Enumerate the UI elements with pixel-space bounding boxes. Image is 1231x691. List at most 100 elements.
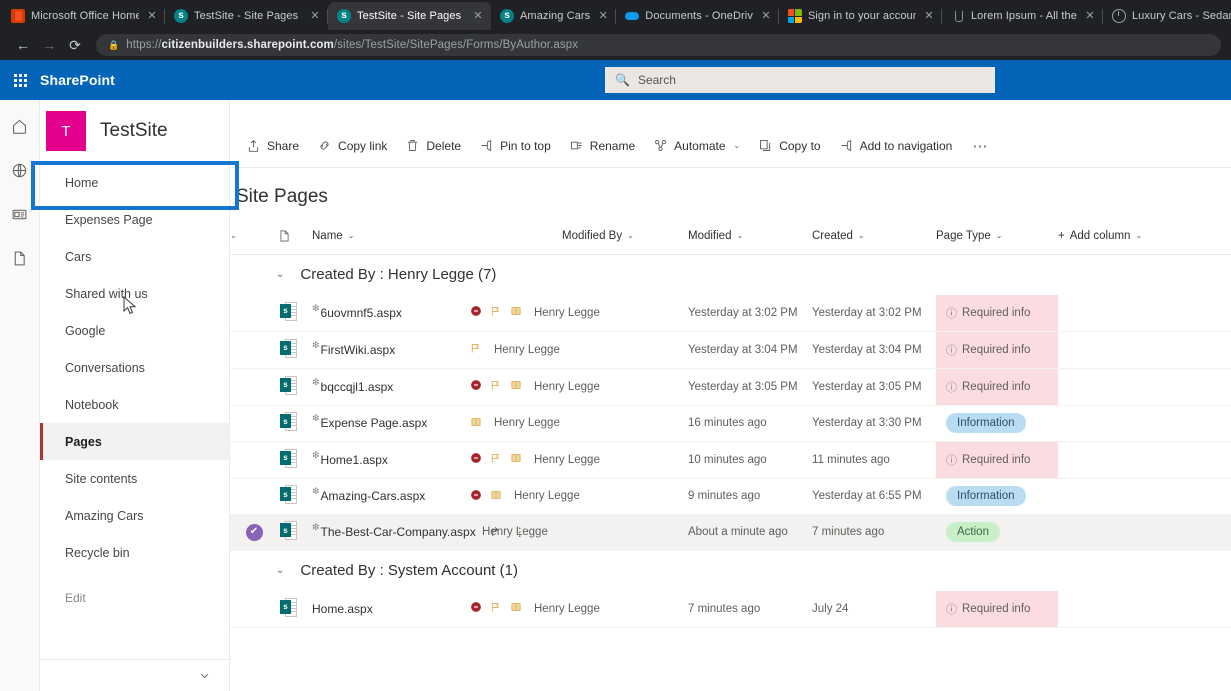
- list-scroll-region[interactable]: ⌄ Name ⌄ Modified By ⌄ Modified ⌄ Created ⌄ Page …: [230, 218, 1231, 691]
- browser-tab[interactable]: Sign in to your accoun ✕: [779, 2, 942, 30]
- sharepoint-brand[interactable]: SharePoint: [40, 72, 115, 88]
- globe-icon[interactable]: [6, 156, 34, 184]
- home-icon[interactable]: [6, 112, 34, 140]
- row-select-checkbox[interactable]: [230, 405, 278, 442]
- sidebar-item-cars[interactable]: Cars: [40, 238, 229, 275]
- row-select-checkbox[interactable]: ✔: [230, 514, 278, 551]
- more-commands-button[interactable]: ⋯: [962, 130, 998, 162]
- browser-tab[interactable]: Microsoft Office Home ✕: [2, 2, 165, 30]
- file-name-cell[interactable]: ❇ Expense Page.aspx: [312, 405, 562, 442]
- sidebar-item-notebook[interactable]: Notebook: [40, 386, 229, 423]
- chevron-down-icon[interactable]: ⌄: [1135, 231, 1142, 240]
- sidebar-item-expenses-page[interactable]: Expenses Page: [40, 201, 229, 238]
- rename-button[interactable]: Rename: [561, 130, 643, 162]
- chevron-down-icon[interactable]: ⌄: [230, 231, 237, 240]
- document-icon[interactable]: [6, 244, 34, 272]
- file-name-cell[interactable]: Home.aspx: [312, 590, 562, 628]
- site-header[interactable]: T TestSite: [40, 100, 229, 162]
- chevron-down-icon[interactable]: ⌄: [736, 231, 743, 240]
- app-launcher-icon[interactable]: [0, 60, 40, 100]
- close-icon[interactable]: ✕: [1083, 10, 1097, 22]
- file-name-cell[interactable]: ❇ Home1.aspx: [312, 441, 562, 479]
- table-row[interactable]: s ❇ Expense Page.aspx Henry Legge 16 minutes…: [230, 405, 1231, 442]
- chevron-down-icon[interactable]: ⌄: [276, 269, 284, 280]
- browser-tab[interactable]: TestSite - Site Pages - ✕: [165, 2, 328, 30]
- sidebar-item-site-contents[interactable]: Site contents: [40, 460, 229, 497]
- table-row[interactable]: s ❇ bqccqjl1.aspx Henry Legge Yesterday at 3…: [230, 368, 1231, 406]
- chevron-down-icon[interactable]: ⌄: [996, 231, 1003, 240]
- sidebar-item-pages[interactable]: Pages: [40, 423, 229, 460]
- close-icon[interactable]: ✕: [308, 10, 322, 22]
- sidebar-item-amazing-cars[interactable]: Amazing Cars: [40, 497, 229, 534]
- table-row[interactable]: s Home.aspx Henry Legge 7 minutes ago July 2…: [230, 590, 1231, 628]
- chevron-down-icon[interactable]: ⌄: [348, 231, 355, 240]
- close-icon[interactable]: ✕: [471, 10, 485, 22]
- group-header-row[interactable]: ⌄ Created By : Henry Legge (7): [230, 254, 1231, 295]
- column-header-modified_by[interactable]: Modified By ⌄: [562, 218, 688, 255]
- add-to-navigation-button[interactable]: Add to navigation: [831, 130, 961, 162]
- add-column-button[interactable]: + Add column ⌄: [1058, 218, 1231, 255]
- row-select-checkbox[interactable]: [230, 331, 278, 369]
- sidebar-item-home[interactable]: Home: [40, 164, 229, 201]
- share-icon[interactable]: ↱: [490, 525, 500, 539]
- sidebar-item-recycle-bin[interactable]: Recycle bin: [40, 534, 229, 571]
- file-name-cell[interactable]: ❇ FirstWiki.aspx: [312, 331, 562, 369]
- delete-button[interactable]: Delete: [397, 130, 469, 162]
- chevron-down-icon[interactable]: ⌄: [734, 141, 741, 150]
- file-name-cell[interactable]: ❇ Amazing-Cars.aspx: [312, 478, 562, 515]
- table-row[interactable]: ✔ s ❇ The-Best-Car-Company.aspx ↱ ⋮ Henry Legg…: [230, 514, 1231, 551]
- sidebar-item-edit[interactable]: Edit: [40, 579, 229, 616]
- forward-button[interactable]: →: [36, 33, 62, 57]
- row-select-checkbox[interactable]: [230, 478, 278, 515]
- file-name[interactable]: The-Best-Car-Company.aspx: [321, 525, 476, 539]
- table-row[interactable]: s ❇ Home1.aspx Henry Legge 10 minutes ago 11 …: [230, 441, 1231, 479]
- row-select-checkbox[interactable]: [230, 441, 278, 479]
- row-select-checkbox[interactable]: [230, 590, 278, 628]
- row-select-checkbox[interactable]: [230, 368, 278, 406]
- share-button[interactable]: Share: [238, 130, 307, 162]
- column-header-page_type[interactable]: Page Type ⌄: [936, 218, 1058, 255]
- chevron-down-icon[interactable]: ⌄: [627, 231, 634, 240]
- file-name-cell[interactable]: ❇ 6uovmnf5.aspx: [312, 294, 562, 332]
- close-icon[interactable]: ✕: [145, 10, 159, 22]
- copy-to-button[interactable]: Copy to: [750, 130, 828, 162]
- reload-button[interactable]: ⟳: [62, 33, 88, 57]
- news-icon[interactable]: [6, 200, 34, 228]
- browser-tab[interactable]: Luxury Cars - Sedans,✕: [1103, 2, 1231, 30]
- pin-to-top-button[interactable]: Pin to top: [471, 130, 559, 162]
- table-row[interactable]: s ❇ FirstWiki.aspx Henry Legge Yesterday at …: [230, 331, 1231, 369]
- group-header-row[interactable]: ⌄ Created By : System Account (1): [230, 550, 1231, 591]
- sidebar-item-conversations[interactable]: Conversations: [40, 349, 229, 386]
- browser-tab[interactable]: Lorem Ipsum - All the ✕: [942, 2, 1103, 30]
- search-input[interactable]: 🔍 Search: [605, 67, 995, 93]
- file-name-cell[interactable]: ❇ The-Best-Car-Company.aspx ↱ ⋮: [312, 514, 562, 551]
- automate-button[interactable]: Automate ⌄: [645, 130, 748, 162]
- column-header-name[interactable]: Name ⌄: [312, 218, 562, 255]
- browser-tab[interactable]: Documents - OneDriv ✕: [616, 2, 779, 30]
- file-name[interactable]: Home1.aspx: [321, 453, 388, 467]
- address-bar[interactable]: 🔒 https://citizenbuilders.sharepoint.com…: [96, 34, 1221, 56]
- back-button[interactable]: ←: [10, 33, 36, 57]
- file-name[interactable]: Expense Page.aspx: [321, 416, 428, 430]
- browser-tab[interactable]: TestSite - Site Pages - ✕: [328, 2, 491, 30]
- close-icon[interactable]: ✕: [596, 10, 610, 22]
- column-header-modified[interactable]: Modified ⌄: [688, 218, 812, 255]
- table-row[interactable]: s ❇ Amazing-Cars.aspx Henry Legge 9 minutes …: [230, 478, 1231, 515]
- column-header-select[interactable]: ⌄: [230, 218, 278, 255]
- close-icon[interactable]: ✕: [922, 10, 936, 22]
- chevron-down-icon[interactable]: ⌄: [276, 565, 284, 576]
- copy-link-button[interactable]: Copy link: [309, 130, 395, 162]
- table-row[interactable]: s ❇ 6uovmnf5.aspx Henry Legge Yesterday at 3…: [230, 294, 1231, 332]
- sidebar-item-google[interactable]: Google: [40, 312, 229, 349]
- column-header-icon[interactable]: [278, 218, 312, 255]
- more-vertical-icon[interactable]: ⋮: [514, 525, 526, 539]
- browser-tab[interactable]: Amazing Cars ✕: [491, 2, 617, 30]
- file-name-cell[interactable]: ❇ bqccqjl1.aspx: [312, 368, 562, 406]
- file-name[interactable]: Amazing-Cars.aspx: [321, 489, 426, 503]
- file-name[interactable]: bqccqjl1.aspx: [321, 380, 394, 394]
- chevron-down-icon[interactable]: ⌄: [858, 231, 865, 240]
- file-name[interactable]: FirstWiki.aspx: [321, 343, 396, 357]
- row-select-checkbox[interactable]: [230, 294, 278, 332]
- column-header-created[interactable]: Created ⌄: [812, 218, 936, 255]
- file-name[interactable]: Home.aspx: [312, 602, 373, 616]
